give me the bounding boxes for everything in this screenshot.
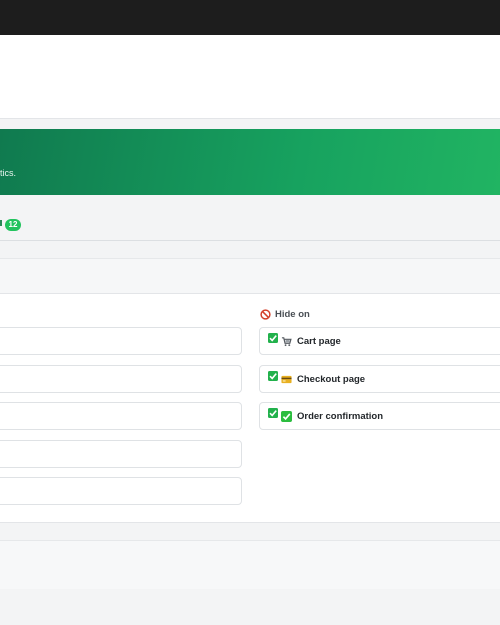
tab-label-fragment	[0, 220, 2, 226]
show-on-item[interactable]	[0, 365, 242, 393]
hide-on-item-order-confirmation[interactable]: Order confirmation	[259, 402, 500, 430]
hero-banner: tistics.	[0, 129, 500, 195]
show-on-item[interactable]	[0, 327, 242, 355]
hide-on-item-checkout-page[interactable]: Checkout page	[259, 365, 500, 393]
hide-on-item-label: Order confirmation	[297, 410, 384, 422]
check-mark-icon	[281, 410, 292, 422]
hide-on-item-label: Checkout page	[297, 373, 366, 385]
section-toolbar	[0, 258, 500, 294]
hide-on-heading: Hide on	[260, 307, 310, 321]
show-on-item[interactable]	[0, 440, 242, 468]
checkbox-checked-icon[interactable]	[268, 371, 278, 381]
banner-description: tistics.	[0, 168, 17, 178]
hide-on-item-label: Cart page	[297, 335, 341, 347]
top-bar	[0, 0, 500, 35]
shopping-cart-icon	[281, 336, 292, 346]
credit-card-icon	[281, 375, 292, 383]
hide-on-label: Hide on	[275, 308, 310, 320]
page-header	[0, 35, 500, 119]
hide-on-item-cart-page[interactable]: Cart page	[259, 327, 500, 355]
tab-bar: 12	[0, 205, 500, 241]
settings-panel: Hide on Cart page Checkout page Order co…	[0, 293, 500, 523]
show-on-item[interactable]	[0, 402, 242, 430]
checkbox-checked-icon[interactable]	[268, 333, 278, 343]
checkbox-checked-icon[interactable]	[268, 408, 278, 418]
count-badge: 12	[5, 219, 21, 231]
prohibited-icon	[260, 308, 271, 320]
show-on-item[interactable]	[0, 477, 242, 505]
footer-area	[0, 540, 500, 589]
